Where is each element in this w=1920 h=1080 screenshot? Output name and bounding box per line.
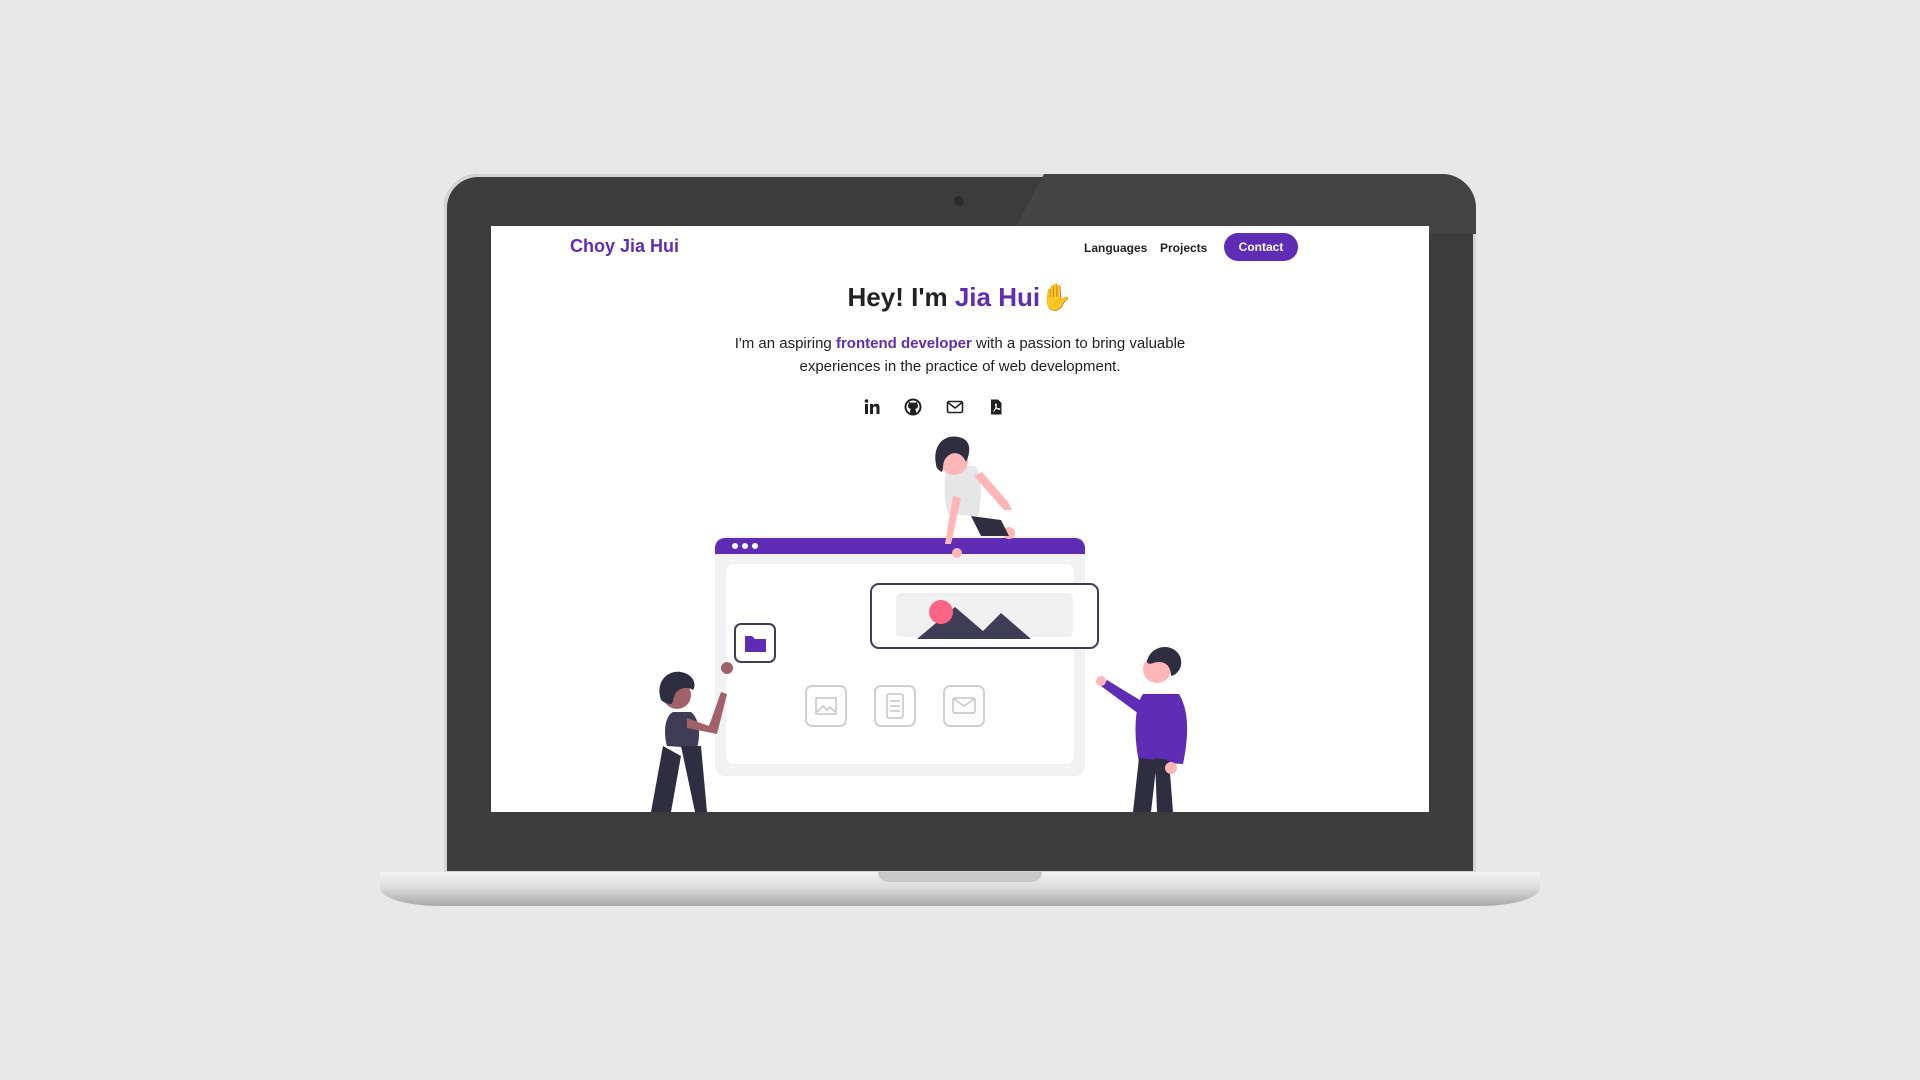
- laptop-base: [380, 872, 1540, 906]
- man-right-figure: [1096, 647, 1188, 812]
- laptop-screen: Choy Jia Hui Languages Projects Contact …: [491, 226, 1429, 812]
- browser-dot: [752, 543, 758, 549]
- browser-dot: [732, 543, 738, 549]
- document-tile-icon: [874, 685, 916, 727]
- hero-illustration: [651, 436, 1188, 812]
- folder-card-icon: [734, 623, 776, 663]
- mail-tile-icon: [943, 685, 985, 727]
- base-notch: [878, 872, 1042, 882]
- image-tile-icon: [805, 685, 847, 727]
- browser-titlebar: [715, 538, 1085, 554]
- browser-dot: [742, 543, 748, 549]
- webcam: [954, 196, 964, 206]
- lid-glare: [1012, 174, 1476, 234]
- image-card: [870, 583, 1099, 649]
